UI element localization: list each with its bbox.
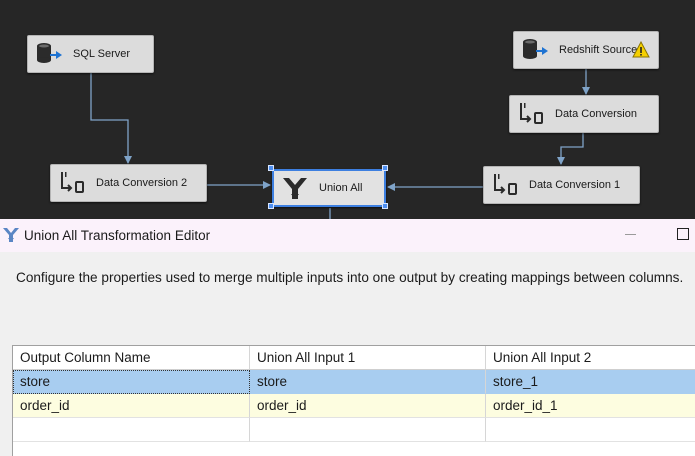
column-header[interactable]: Union All Input 2 (486, 346, 695, 370)
database-source-icon (523, 39, 548, 59)
path-data-conversion-to-data-conversion-1 (557, 132, 584, 165)
warning-icon[interactable] (632, 41, 650, 59)
selection-handle[interactable] (268, 165, 274, 171)
node-data-conversion-1[interactable]: Data Conversion 1 (483, 166, 640, 204)
selection-handle[interactable] (382, 165, 388, 171)
union-all-icon (283, 178, 307, 199)
node-data-conversion[interactable]: Data Conversion (509, 95, 659, 133)
column-header[interactable]: Output Column Name (13, 346, 250, 370)
node-sql-server[interactable]: SQL Server (27, 35, 154, 73)
table-row[interactable]: store store store_1 (13, 370, 695, 394)
node-data-conversion-2[interactable]: Data Conversion 2 (50, 164, 207, 202)
grid-cell[interactable] (13, 418, 250, 442)
data-conversion-icon (494, 174, 517, 195)
window-title: Union All Transformation Editor (24, 228, 211, 243)
title-bar[interactable]: Union All Transformation Editor (0, 219, 695, 252)
column-header[interactable]: Union All Input 1 (250, 346, 486, 370)
maximize-button[interactable] (677, 228, 689, 240)
table-row[interactable]: order_id order_id order_id_1 (13, 394, 695, 418)
grid-cell[interactable] (486, 418, 695, 442)
database-source-icon (37, 43, 62, 63)
data-flow-canvas[interactable]: SQL Server Redshift Source Data Conversi… (0, 0, 695, 219)
node-label: Redshift Source (559, 44, 638, 56)
path-sql-server-to-data-conversion-2 (90, 71, 132, 164)
editor-description: Configure the properties used to merge m… (16, 270, 684, 285)
grid-header-row: Output Column Name Union All Input 1 Uni… (13, 346, 695, 370)
grid-cell[interactable]: store_1 (486, 370, 695, 394)
table-row[interactable] (13, 418, 695, 442)
grid-cell[interactable]: order_id_1 (486, 394, 695, 418)
union-all-icon (3, 228, 19, 242)
grid-cell[interactable]: store (250, 370, 486, 394)
node-label: Data Conversion (555, 108, 637, 120)
union-all-editor-window: Union All Transformation Editor Configur… (0, 219, 695, 456)
grid-cell[interactable] (250, 418, 486, 442)
node-label: Data Conversion 1 (529, 179, 621, 191)
node-label: Union All (319, 182, 363, 194)
data-conversion-icon (520, 103, 543, 124)
column-mapping-grid[interactable]: Output Column Name Union All Input 1 Uni… (12, 345, 695, 456)
node-redshift-source[interactable]: Redshift Source (513, 31, 659, 69)
selection-handle[interactable] (382, 203, 388, 209)
grid-cell[interactable]: order_id (250, 394, 486, 418)
selection-handle[interactable] (268, 203, 274, 209)
node-label: SQL Server (73, 48, 131, 60)
minimize-button[interactable] (622, 227, 640, 243)
grid-cell[interactable]: order_id (13, 394, 250, 418)
grid-cell[interactable]: store (13, 370, 250, 394)
node-label: Data Conversion 2 (96, 177, 188, 189)
data-conversion-icon (61, 172, 84, 193)
node-union-all[interactable]: Union All (272, 169, 386, 207)
